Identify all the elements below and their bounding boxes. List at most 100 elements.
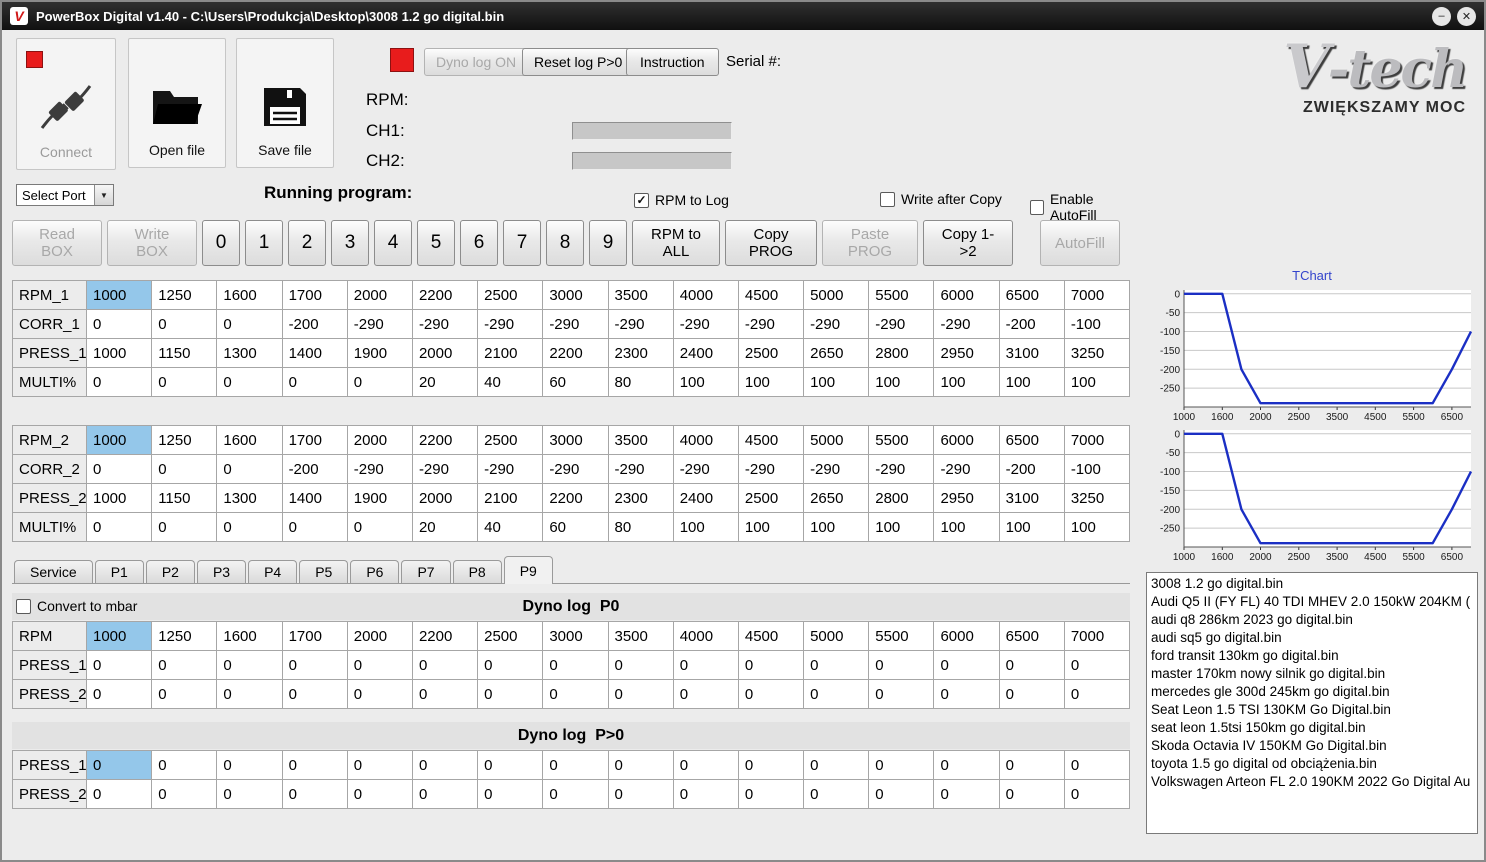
tab-p5[interactable]: P5 bbox=[299, 560, 349, 583]
grid-cell[interactable]: 20 bbox=[411, 512, 479, 542]
grid-cell[interactable]: 3500 bbox=[607, 280, 674, 310]
rpm-to-all-button[interactable]: RPM to ALL bbox=[632, 220, 720, 266]
grid-cell[interactable]: 0 bbox=[281, 779, 348, 809]
grid-cell[interactable]: -290 bbox=[933, 454, 1000, 484]
grid-cell[interactable]: -290 bbox=[672, 454, 739, 484]
grid-cell[interactable]: -290 bbox=[737, 454, 805, 484]
grid-cell[interactable]: 40 bbox=[477, 512, 544, 542]
file-list-item[interactable]: seat leon 1.5tsi 150km go digital.bin bbox=[1151, 719, 1473, 737]
digit-button-6[interactable]: 6 bbox=[460, 220, 498, 266]
grid-cell[interactable]: 0 bbox=[737, 650, 805, 680]
grid-cell[interactable]: 2300 bbox=[607, 483, 674, 513]
grid-cell[interactable]: 1900 bbox=[346, 483, 413, 513]
tab-p6[interactable]: P6 bbox=[350, 560, 400, 583]
grid-cell[interactable]: 5000 bbox=[803, 621, 870, 651]
grid-cell[interactable]: -290 bbox=[672, 309, 739, 339]
grid-cell[interactable]: 7000 bbox=[1063, 425, 1131, 455]
grid-cell[interactable]: 1400 bbox=[281, 483, 348, 513]
grid-cell[interactable]: 2000 bbox=[346, 621, 413, 651]
grid-cell[interactable]: 1300 bbox=[216, 338, 283, 368]
digit-button-8[interactable]: 8 bbox=[546, 220, 584, 266]
grid-cell[interactable]: 0 bbox=[281, 650, 348, 680]
instruction-button[interactable]: Instruction bbox=[626, 48, 719, 76]
grid-cell[interactable]: 100 bbox=[1063, 512, 1131, 542]
grid-cell[interactable]: 1600 bbox=[216, 280, 283, 310]
file-list-item[interactable]: Audi Q5 II (FY FL) 40 TDI MHEV 2.0 150kW… bbox=[1151, 593, 1473, 611]
reset-log-button[interactable]: Reset log P>0 bbox=[522, 48, 635, 76]
grid-cell[interactable]: 2000 bbox=[346, 425, 413, 455]
grid-cell[interactable]: 0 bbox=[607, 679, 674, 709]
grid-cell[interactable]: 100 bbox=[933, 367, 1000, 397]
grid-cell[interactable]: -290 bbox=[346, 309, 413, 339]
file-list-item[interactable]: Volkswagen Arteon FL 2.0 190KM 2022 Go D… bbox=[1151, 773, 1473, 791]
connect-button[interactable]: Connect bbox=[16, 38, 116, 170]
grid-cell[interactable]: 2100 bbox=[477, 483, 544, 513]
grid-cell[interactable]: 0 bbox=[672, 679, 739, 709]
grid-cell[interactable]: 0 bbox=[868, 779, 935, 809]
grid-cell[interactable]: 0 bbox=[542, 650, 609, 680]
grid-cell[interactable]: 2500 bbox=[737, 338, 805, 368]
grid-cell[interactable]: 2800 bbox=[868, 483, 935, 513]
grid-cell[interactable]: 100 bbox=[868, 367, 935, 397]
grid-cell[interactable]: 0 bbox=[281, 367, 348, 397]
grid-cell[interactable]: 3500 bbox=[607, 425, 674, 455]
digit-button-2[interactable]: 2 bbox=[288, 220, 326, 266]
grid-cell[interactable]: 0 bbox=[151, 650, 218, 680]
grid-cell[interactable]: 80 bbox=[607, 512, 674, 542]
grid-cell[interactable]: 3000 bbox=[542, 280, 609, 310]
grid-cell[interactable]: 0 bbox=[151, 367, 218, 397]
grid-cell[interactable]: 0 bbox=[998, 679, 1065, 709]
grid-cell[interactable]: 2000 bbox=[411, 338, 479, 368]
file-list-item[interactable]: master 170km nowy silnik go digital.bin bbox=[1151, 665, 1473, 683]
grid-cell[interactable]: 0 bbox=[411, 779, 479, 809]
grid-cell[interactable]: 1000 bbox=[85, 621, 153, 651]
digit-button-9[interactable]: 9 bbox=[589, 220, 627, 266]
grid-cell[interactable]: 20 bbox=[411, 367, 479, 397]
grid-cell[interactable]: 0 bbox=[346, 679, 413, 709]
grid-cell[interactable]: 2650 bbox=[803, 483, 870, 513]
grid-cell[interactable]: 100 bbox=[672, 512, 739, 542]
grid-cell[interactable]: 4000 bbox=[672, 621, 739, 651]
grid-cell[interactable]: 0 bbox=[216, 779, 283, 809]
grid-cell[interactable]: -200 bbox=[281, 309, 348, 339]
grid-cell[interactable]: 0 bbox=[216, 367, 283, 397]
grid-cell[interactable]: 0 bbox=[216, 750, 283, 780]
grid-cell[interactable]: 0 bbox=[151, 779, 218, 809]
grid-cell[interactable]: 2300 bbox=[607, 338, 674, 368]
grid-cell[interactable]: -290 bbox=[411, 454, 479, 484]
grid-cell[interactable]: 0 bbox=[803, 779, 870, 809]
grid-cell[interactable]: 1700 bbox=[281, 425, 348, 455]
file-list-item[interactable]: 3008 1.2 go digital.bin bbox=[1151, 575, 1473, 593]
grid-cell[interactable]: 2800 bbox=[868, 338, 935, 368]
grid-cell[interactable]: 5000 bbox=[803, 280, 870, 310]
grid-cell[interactable]: 100 bbox=[868, 512, 935, 542]
file-list-item[interactable]: audi q8 286km 2023 go digital.bin bbox=[1151, 611, 1473, 629]
grid-cell[interactable]: 1000 bbox=[85, 338, 153, 368]
grid-cell[interactable]: 3250 bbox=[1063, 338, 1131, 368]
grid-cell[interactable]: -290 bbox=[868, 309, 935, 339]
grid-cell[interactable]: 0 bbox=[998, 650, 1065, 680]
grid-cell[interactable]: 0 bbox=[85, 512, 153, 542]
grid-cell[interactable]: 0 bbox=[151, 309, 218, 339]
grid-cell[interactable]: 5000 bbox=[803, 425, 870, 455]
grid-cell[interactable]: 7000 bbox=[1063, 621, 1131, 651]
grid-cell[interactable]: 0 bbox=[672, 750, 739, 780]
grid-cell[interactable]: 0 bbox=[542, 779, 609, 809]
grid-cell[interactable]: 2950 bbox=[933, 338, 1000, 368]
grid-cell[interactable]: 0 bbox=[346, 650, 413, 680]
grid-cell[interactable]: 2500 bbox=[737, 483, 805, 513]
grid-cell[interactable]: 0 bbox=[737, 679, 805, 709]
grid-cell[interactable]: 1600 bbox=[216, 621, 283, 651]
grid-cell[interactable]: 0 bbox=[346, 512, 413, 542]
grid-cell[interactable]: 2000 bbox=[346, 280, 413, 310]
grid-cell[interactable]: 0 bbox=[672, 779, 739, 809]
file-list-item[interactable]: mercedes gle 300d 245km go digital.bin bbox=[1151, 683, 1473, 701]
grid-cell[interactable]: 0 bbox=[85, 309, 153, 339]
grid-cell[interactable]: 0 bbox=[803, 679, 870, 709]
checkbox-icon[interactable] bbox=[1030, 199, 1044, 215]
write-after-copy-checkbox[interactable]: Write after Copy bbox=[880, 191, 1002, 207]
grid-cell[interactable]: 0 bbox=[216, 679, 283, 709]
grid-cell[interactable]: -200 bbox=[998, 309, 1065, 339]
grid-cell[interactable]: 6000 bbox=[933, 621, 1000, 651]
checkbox-icon[interactable] bbox=[880, 191, 895, 207]
